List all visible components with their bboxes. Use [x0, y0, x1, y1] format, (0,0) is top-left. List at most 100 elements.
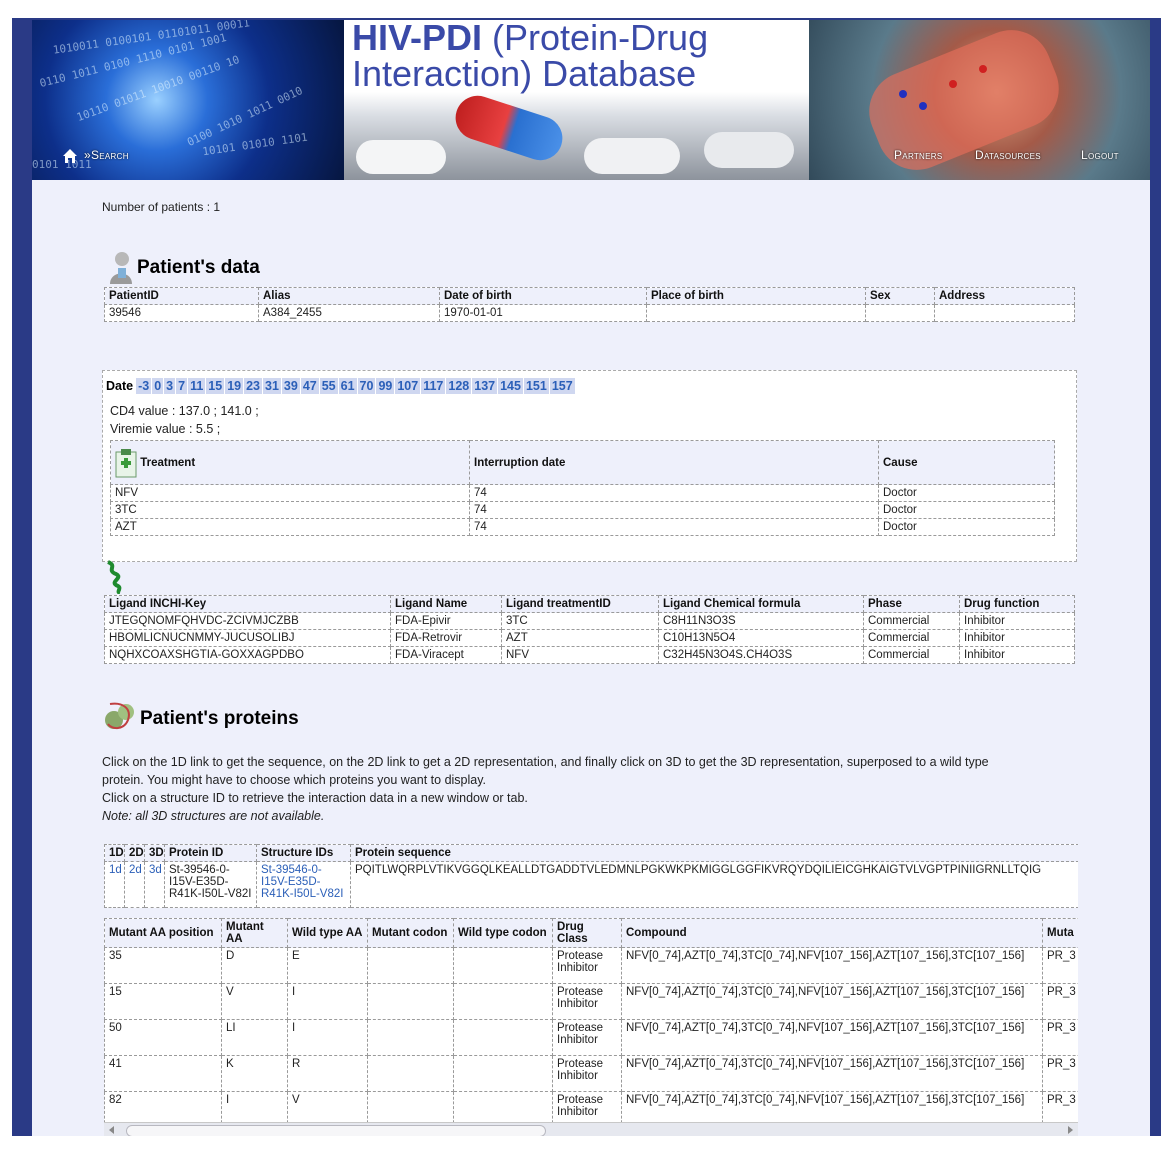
structure-id-link[interactable]: R41K-I50L-V82I	[261, 888, 346, 900]
patient-proteins-title: Patient's proteins	[140, 708, 299, 729]
table-row: 15 V I Protease Inhibitor NFV[0_74],AZT[0_74…	[104, 983, 1078, 1020]
proteins-instructions: Click on the 1D link to get the sequence…	[102, 753, 1082, 825]
structure-id-link[interactable]: St-39546-0-	[261, 864, 346, 876]
col-header: Ligand Name	[390, 595, 502, 613]
protein-id-line: I15V-E35D-	[169, 876, 229, 888]
structure-id-link[interactable]: I15V-E35D-	[261, 876, 346, 888]
date-tab[interactable]: 11	[188, 378, 206, 394]
banner-pills-image: HIV-PDI (Protein-Drug Interaction) Datab…	[344, 20, 809, 180]
cell	[453, 1019, 553, 1056]
col-header: Mutant AA	[221, 918, 288, 948]
cell: Inhibitor	[959, 646, 1075, 664]
cell: PR_3	[1042, 1019, 1078, 1056]
date-tab[interactable]: 7	[176, 378, 188, 394]
treatment-table: Treatment Interruption date Cause NFV 74…	[110, 440, 1055, 536]
col-header: Protein sequence	[350, 844, 1078, 862]
cell	[646, 304, 866, 322]
date-tab[interactable]: 137	[472, 378, 498, 394]
col-header: Treatment	[110, 440, 470, 485]
white-pill	[584, 138, 680, 174]
cell: 74	[469, 484, 879, 502]
date-tab[interactable]: -3	[136, 378, 152, 394]
date-tab[interactable]: 55	[319, 378, 338, 394]
date-tab[interactable]: 23	[244, 378, 263, 394]
cell: 39546	[104, 304, 259, 322]
cell: NFV[0_74],AZT[0_74],3TC[0_74],NFV[107_15…	[621, 983, 1043, 1020]
mutation-rows: 35 D E Protease Inhibitor NFV[0_74],AZT[0_74…	[104, 947, 1078, 1128]
protein-id-line: R41K-I50L-V82I	[169, 888, 252, 900]
date-tab[interactable]: 107	[395, 378, 421, 394]
cell: NFV[0_74],AZT[0_74],3TC[0_74],NFV[107_15…	[621, 1055, 1043, 1092]
col-header: Cause	[878, 440, 1055, 485]
table-row: 39546 A384_2455 1970-01-01	[104, 304, 1075, 322]
cell	[367, 983, 454, 1020]
date-tab[interactable]: 15	[206, 378, 225, 394]
cell: R	[287, 1055, 368, 1092]
date-label: Date	[104, 378, 136, 394]
col-header: Ligand treatmentID	[501, 595, 659, 613]
instruction-line: Click on a structure ID to retrieve the …	[102, 791, 528, 805]
date-tab[interactable]: 19	[225, 378, 244, 394]
date-tab[interactable]: 47	[300, 378, 319, 394]
col-header: Address	[934, 287, 1075, 305]
col-header: Phase	[863, 595, 960, 613]
col-header: Wild type AA	[287, 918, 368, 948]
cell: AZT	[110, 518, 470, 536]
date-tab[interactable]: 151	[523, 378, 549, 394]
scroll-left-icon[interactable]	[108, 1126, 116, 1134]
col-header: PatientID	[104, 287, 259, 305]
cell: E	[287, 947, 368, 984]
cell: Inhibitor	[959, 612, 1075, 630]
structure-id-cell[interactable]: St-39546-0- I15V-E35D- R41K-I50L-V82I	[256, 861, 351, 908]
date-tab[interactable]: 61	[338, 378, 357, 394]
main-content: Number of patients : 1 Patient's data Pa…	[32, 180, 1150, 1136]
cell: FDA-Viracept	[390, 646, 502, 664]
date-tab[interactable]: 39	[281, 378, 300, 394]
scroll-right-icon[interactable]	[1066, 1126, 1074, 1134]
instruction-note: Note: all 3D structures are not availabl…	[102, 809, 325, 823]
col-header: Structure IDs	[256, 844, 351, 862]
treatment-icon	[115, 448, 137, 477]
atom	[979, 65, 987, 73]
date-tab[interactable]: 128	[446, 378, 472, 394]
date-tab[interactable]: 31	[263, 378, 281, 394]
cell: PR_3	[1042, 983, 1078, 1020]
banner-binary-image: 1010011 0100101 01101011 00011 0110 1011…	[32, 20, 344, 180]
instruction-line: Click on the 1D link to get the sequence…	[102, 755, 989, 769]
table-row: JTEGQNOMFQHVDC-ZCIVMJCZBB FDA-Epivir 3TC…	[104, 612, 1075, 630]
cell: C32H45N3O4S.CH4O3S	[658, 646, 864, 664]
protein-scroll-area[interactable]: 1D 2D 3D Protein ID Structure IDs Protei…	[104, 844, 1078, 1130]
col-header: Ligand Chemical formula	[658, 595, 864, 613]
date-tab[interactable]: 117	[421, 378, 446, 394]
cell: C8H11N3O3S	[658, 612, 864, 630]
cell: NFV	[501, 646, 659, 664]
date-tab[interactable]: 145	[498, 378, 523, 394]
cell: 35	[104, 947, 222, 984]
protein-sequence: PQITLWQRPLVTIKVGGQLKEALLDTGADDTVLEDMNLPG…	[350, 861, 1078, 908]
date-tab[interactable]: 157	[549, 378, 575, 394]
link-3d[interactable]: 3d	[149, 864, 162, 876]
home-icon[interactable]	[62, 148, 78, 164]
cell: Protease Inhibitor	[552, 1019, 622, 1056]
date-tab[interactable]: 0	[152, 378, 164, 394]
scrollbar-thumb[interactable]	[126, 1125, 546, 1136]
cell: 50	[104, 1019, 222, 1056]
ligand-table: Ligand INCHI-Key Ligand Name Ligand trea…	[104, 595, 1075, 664]
nav-datasources-link[interactable]: Datasources	[975, 148, 1041, 162]
date-tab[interactable]: 99	[376, 378, 395, 394]
cell: Inhibitor	[959, 629, 1075, 647]
cell: FDA-Epivir	[390, 612, 502, 630]
date-tab[interactable]: 70	[357, 378, 376, 394]
date-tab[interactable]: 3	[164, 378, 176, 394]
nav-search-link[interactable]: »Search	[84, 148, 129, 162]
col-header: 3D	[144, 844, 165, 862]
link-1d[interactable]: 1d	[109, 864, 122, 876]
horizontal-scrollbar[interactable]	[104, 1122, 1078, 1136]
patient-table: PatientID Alias Date of birth Place of b…	[104, 287, 1075, 322]
col-header: Wild type codon	[453, 918, 553, 948]
cell: Protease Inhibitor	[552, 1055, 622, 1092]
link-2d[interactable]: 2d	[129, 864, 142, 876]
nav-logout-link[interactable]: Logout	[1081, 148, 1119, 162]
cell	[367, 947, 454, 984]
nav-partners-link[interactable]: Partners	[894, 148, 943, 162]
